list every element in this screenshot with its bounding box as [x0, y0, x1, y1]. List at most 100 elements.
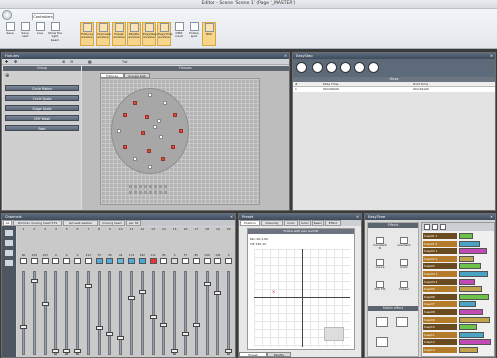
sequence-clip[interactable]: [459, 324, 477, 331]
fixture[interactable]: [173, 113, 177, 117]
fixture-block[interactable]: [144, 191, 147, 194]
channel-color-button[interactable]: [74, 258, 81, 264]
channel-color-button[interactable]: [20, 258, 27, 264]
play-icon[interactable]: [424, 224, 430, 230]
channel-fader-knob[interactable]: [117, 335, 125, 340]
channel-fader-knob[interactable]: [128, 295, 135, 300]
play-button[interactable]: [296, 62, 307, 73]
channel-color-button[interactable]: [225, 258, 233, 264]
fixture[interactable]: [161, 157, 165, 161]
sequence-row-label[interactable]: Snap10: [423, 324, 457, 331]
fixture-block[interactable]: [134, 191, 137, 194]
channel-color-button[interactable]: [149, 258, 157, 264]
group-item[interactable]: Circle Matrix: [5, 85, 79, 91]
fixture-block[interactable]: [149, 191, 152, 194]
channel-color-button[interactable]: [117, 258, 125, 264]
ribbon-button-5[interactable]: Channels window: [96, 22, 111, 46]
channel-fader-knob[interactable]: [106, 331, 114, 336]
sequence-clip[interactable]: [459, 233, 473, 239]
app-menu-button[interactable]: [2, 10, 12, 20]
preset-tab-5[interactable]: Effect: [325, 220, 341, 226]
fixture[interactable]: [133, 101, 137, 105]
channel-fader-knob[interactable]: [149, 315, 157, 320]
fixture[interactable]: [133, 157, 137, 161]
next-button[interactable]: [340, 62, 351, 73]
channel-color-button[interactable]: [192, 258, 200, 264]
fixture[interactable]: [153, 125, 157, 129]
sequence-clip[interactable]: [459, 316, 490, 323]
preset-tab-1[interactable]: Intensity: [261, 220, 283, 226]
ribbon-button-9[interactable]: EasyTime window: [157, 22, 172, 46]
channel-fader-knob[interactable]: [20, 324, 27, 329]
fixture-block[interactable]: [159, 185, 162, 188]
pause-icon[interactable]: [432, 224, 438, 230]
fixture[interactable]: [117, 129, 121, 133]
effect-button-4[interactable]: Pan Tilt: [373, 281, 387, 293]
preset-tab-2[interactable]: Color: [284, 220, 298, 226]
fixture[interactable]: [145, 115, 149, 119]
fixture[interactable]: [148, 93, 152, 97]
channel-color-button[interactable]: [95, 258, 103, 264]
fixture[interactable]: [123, 113, 127, 117]
sequence-clip[interactable]: [459, 339, 491, 346]
channel-color-button[interactable]: [214, 258, 222, 264]
group-item[interactable]: Rest: [5, 125, 79, 131]
fixture-block[interactable]: [129, 191, 132, 194]
record-button[interactable]: [354, 62, 365, 73]
timeline[interactable]: Snap01 1 Snap01 2 Snap02 1 Snap02 2 Snap03 Sn…: [421, 222, 495, 357]
close-icon[interactable]: ✕: [490, 214, 493, 220]
sequence-row-label[interactable]: Snap13: [423, 347, 457, 353]
sequence-clip[interactable]: [459, 347, 478, 353]
sequence-clip[interactable]: [459, 240, 480, 247]
sequence-row-label[interactable]: Snap04 1: [423, 271, 457, 277]
matrix-effect-icon[interactable]: [396, 317, 408, 327]
channel-fader-knob[interactable]: [84, 283, 92, 288]
sequence-row-label[interactable]: Snap01 1: [423, 233, 457, 239]
sequence-clip[interactable]: [459, 271, 488, 277]
ribbon-button-11[interactable]: Follow spot: [187, 22, 201, 46]
fixture-block[interactable]: [159, 191, 162, 194]
fixture[interactable]: [171, 145, 175, 149]
fixture-block[interactable]: [129, 185, 132, 188]
sequence-clip[interactable]: [459, 331, 484, 338]
tab-palette[interactable]: Palette: [267, 352, 291, 357]
beam-icon[interactable]: [5, 260, 13, 266]
channel-color-button[interactable]: [160, 258, 168, 264]
add-icon[interactable]: ✚: [5, 59, 8, 64]
move-icon[interactable]: ✥: [14, 59, 17, 64]
ribbon-button-7[interactable]: Palette window: [127, 22, 141, 46]
fixtures-canvas[interactable]: Fixtures Groups test: [82, 71, 289, 210]
sequence-clip[interactable]: [459, 286, 482, 293]
channel-color-button[interactable]: [63, 258, 71, 264]
channel-color-button[interactable]: [84, 258, 92, 264]
preset-tab-0[interactable]: Position: [240, 220, 260, 226]
preset-tab-4[interactable]: Beam: [312, 220, 324, 226]
sequence-row-label[interactable]: Snap02 1: [423, 248, 457, 255]
channel-fader-knob[interactable]: [171, 349, 179, 353]
sequence-clip[interactable]: [459, 293, 489, 300]
effect-button-3[interactable]: Color: [397, 259, 411, 271]
channel-color-button[interactable]: [128, 258, 135, 264]
channel-fader-knob[interactable]: [95, 326, 103, 331]
ribbon-button-1[interactable]: Save next: [18, 22, 32, 46]
pan-tilt-area[interactable]: Follow with pan and tilt Pan 40-1.00 Til…: [247, 228, 355, 350]
sequence-clip[interactable]: [459, 278, 475, 285]
effect-button-1[interactable]: Gradient: [397, 237, 411, 249]
ribbon-button-8[interactable]: EasyStep window: [142, 22, 157, 46]
channel-color-button[interactable]: [203, 258, 211, 264]
channel-fader-knob[interactable]: [138, 290, 146, 295]
fixture[interactable]: [179, 129, 183, 133]
matrix-effect-icon[interactable]: [376, 317, 388, 327]
channel-fader-knob[interactable]: [52, 349, 60, 353]
channel-fader-knob[interactable]: [192, 323, 200, 327]
gobo-icon[interactable]: [5, 250, 13, 256]
fixture[interactable]: [157, 119, 161, 123]
channel-tab-2[interactable]: led wall washer: [63, 220, 98, 226]
fixture-block[interactable]: [149, 185, 152, 188]
channel-color-button[interactable]: [52, 258, 60, 264]
channel-tab-4[interactable]: par 36: [125, 220, 142, 226]
sequence-row-label[interactable]: Snap02 2: [423, 255, 457, 262]
sequence-row-label[interactable]: Snap04 2: [423, 278, 457, 285]
ribbon-button-0[interactable]: Save: [3, 22, 17, 46]
ribbon-tab-controllers[interactable]: Controllers: [32, 13, 54, 20]
